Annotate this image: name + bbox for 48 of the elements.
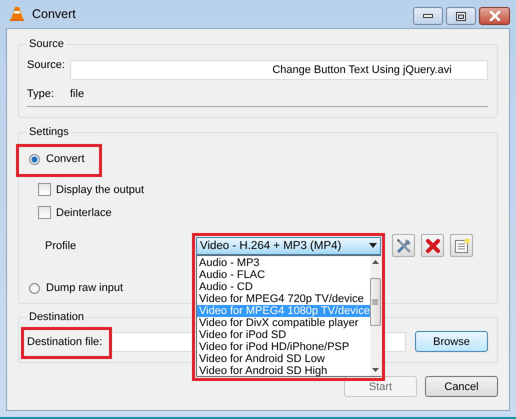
- radio-button[interactable]: [29, 154, 40, 164]
- radio-label[interactable]: Convert: [46, 153, 85, 165]
- close-button[interactable]: [479, 7, 510, 25]
- radio-label[interactable]: Dump raw input: [46, 282, 124, 294]
- source-field[interactable]: Change Button Text Using jQuery.avi: [70, 60, 488, 80]
- dropdown-option[interactable]: Audio - FLAC: [197, 268, 370, 280]
- checkbox[interactable]: [38, 183, 51, 196]
- edit-profile-button[interactable]: [392, 234, 415, 257]
- group-title: Settings: [28, 126, 70, 138]
- scroll-thumb[interactable]: [370, 278, 381, 326]
- tools-icon: [394, 236, 412, 254]
- dropdown-option[interactable]: Video for Android SD Low: [197, 352, 370, 364]
- field-label: Destination file:: [27, 334, 104, 350]
- new-profile-button[interactable]: [450, 234, 473, 257]
- dropdown-arrow-icon: [369, 243, 377, 248]
- delete-profile-button[interactable]: [421, 234, 444, 257]
- field-label: Source:: [27, 59, 66, 71]
- dropdown-option[interactable]: Video for DivX compatible player: [197, 316, 370, 328]
- scroll-up-icon: [372, 260, 379, 264]
- group-title: Destination: [28, 311, 86, 323]
- maximize-button[interactable]: [446, 7, 476, 25]
- dialog-button[interactable]: Cancel: [425, 376, 498, 397]
- scroll-down-icon: [372, 368, 379, 372]
- scrollbar[interactable]: [370, 256, 381, 376]
- type-value: file: [70, 88, 84, 100]
- group-title: Source: [28, 38, 65, 50]
- new-document-icon: [454, 238, 470, 254]
- profile-dropdown[interactable]: Video - H.264 + MP3 (MP4): [196, 236, 381, 254]
- radio-button[interactable]: [29, 282, 40, 294]
- profile-label: Profile: [44, 240, 78, 252]
- dropdown-option[interactable]: Audio - MP3: [197, 256, 370, 268]
- dropdown-option[interactable]: Video for iPod HD/iPhone/PSP: [197, 340, 370, 352]
- checkbox-label[interactable]: Display the output: [56, 184, 144, 196]
- dropdown-option[interactable]: Video for iPod SD: [197, 328, 370, 340]
- traffic-cone-icon: [9, 6, 25, 22]
- checkbox[interactable]: [38, 206, 51, 219]
- field-label: Type:: [27, 88, 55, 100]
- browse-button[interactable]: Browse: [415, 331, 488, 352]
- window-title: Convert: [32, 7, 76, 21]
- maximize-icon: [456, 12, 466, 20]
- dropdown-option[interactable]: Video for Android SD High: [197, 364, 370, 376]
- minimize-icon: [423, 14, 433, 18]
- minimize-button[interactable]: [413, 7, 443, 25]
- dropdown-option[interactable]: Video for MPEG4 720p TV/device: [197, 292, 370, 304]
- checkbox-label[interactable]: Deinterlace: [56, 206, 112, 218]
- dropdown-option[interactable]: Audio - CD: [197, 280, 370, 292]
- close-icon: [488, 11, 500, 21]
- delete-icon: [424, 238, 440, 254]
